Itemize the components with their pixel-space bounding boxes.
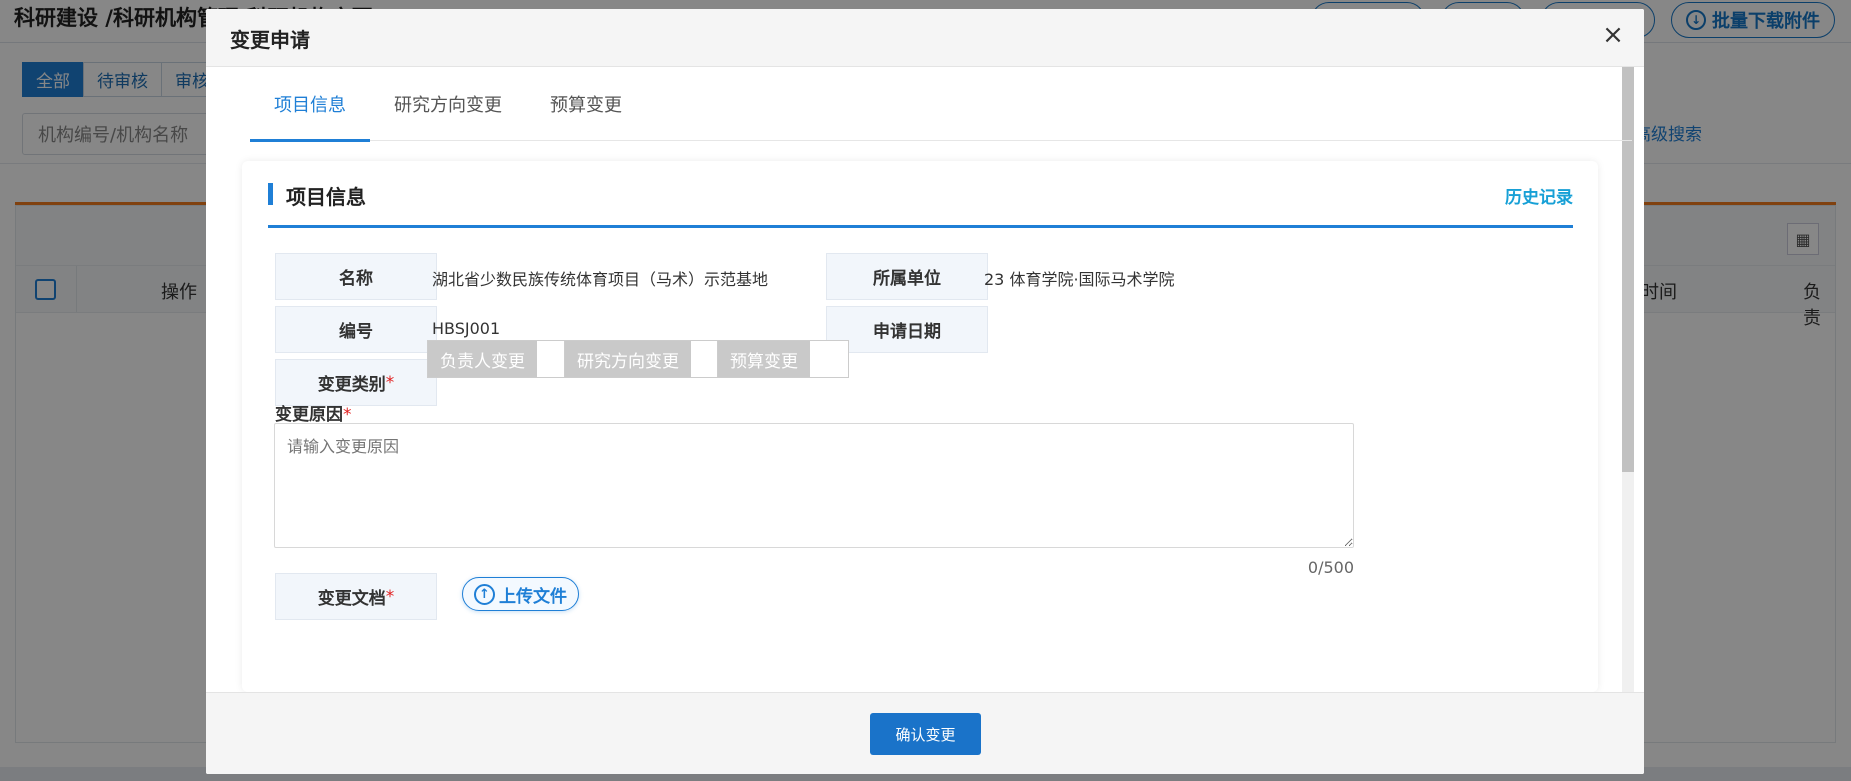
modal-footer: 确认变更 — [206, 692, 1644, 774]
modal-body: 项目信息 研究方向变更 预算变更 项目信息 历史记录 名称 湖北省少数民族传统体… — [206, 67, 1644, 692]
modal-title: 变更申请 — [230, 28, 310, 52]
tab-research-direction[interactable]: 研究方向变更 — [370, 67, 526, 141]
toggle-label: 预算变更 — [718, 341, 810, 377]
upload-button-label: 上传文件 — [499, 586, 567, 607]
modal-tabs: 项目信息 研究方向变更 预算变更 — [250, 67, 1632, 142]
toggle-label: 研究方向变更 — [565, 341, 691, 377]
change-doc-label: 变更文档 * — [275, 573, 437, 620]
change-type-label-text: 变更类别 — [317, 375, 386, 395]
toggle-knob — [810, 341, 848, 377]
close-icon[interactable]: × — [1600, 22, 1626, 49]
unit-label: 所属单位 — [826, 253, 988, 300]
upload-file-button[interactable]: ↑ 上传文件 — [462, 577, 579, 611]
toggle-label: 负责人变更 — [428, 341, 537, 377]
change-reason-label: 变更原因* — [275, 400, 352, 425]
section-divider — [268, 225, 1573, 228]
required-mark: * — [385, 586, 395, 607]
change-type-label: 变更类别 * — [275, 359, 437, 406]
upload-icon: ↑ — [474, 583, 495, 605]
modal-header: 变更申请 × — [206, 9, 1644, 67]
confirm-change-button[interactable]: 确认变更 — [870, 713, 981, 755]
tab-budget-change[interactable]: 预算变更 — [526, 67, 646, 141]
code-label: 编号 — [275, 306, 437, 353]
change-type-toggle-budget[interactable]: 预算变更 — [717, 340, 849, 378]
required-mark: * — [343, 405, 352, 425]
required-mark: * — [385, 372, 395, 393]
name-label: 名称 — [275, 253, 437, 300]
change-request-modal: 变更申请 × 项目信息 研究方向变更 预算变更 项目信息 历史记录 名称 湖北省… — [206, 9, 1644, 774]
section-title: 项目信息 — [268, 181, 366, 210]
char-counter: 0/500 — [1307, 558, 1354, 577]
change-reason-label-text: 变更原因 — [275, 405, 343, 425]
project-info-card: 项目信息 历史记录 名称 湖北省少数民族传统体育项目（马术）示范基地 所属单位 … — [242, 161, 1598, 692]
change-type-toggle-owner[interactable]: 负责人变更 — [427, 340, 576, 378]
apply-date-label: 申请日期 — [826, 306, 988, 353]
unit-value: 23 体育学院·国际马术学院 — [984, 270, 1175, 289]
change-type-toggle-direction[interactable]: 研究方向变更 — [564, 340, 730, 378]
change-doc-label-text: 变更文档 — [317, 589, 386, 609]
code-value: HBSJ001 — [432, 319, 501, 338]
name-value: 湖北省少数民族传统体育项目（马术）示范基地 — [432, 270, 769, 289]
history-link[interactable]: 历史记录 — [1505, 183, 1573, 208]
change-reason-textarea[interactable] — [274, 423, 1354, 548]
tab-project-info[interactable]: 项目信息 — [250, 67, 370, 142]
